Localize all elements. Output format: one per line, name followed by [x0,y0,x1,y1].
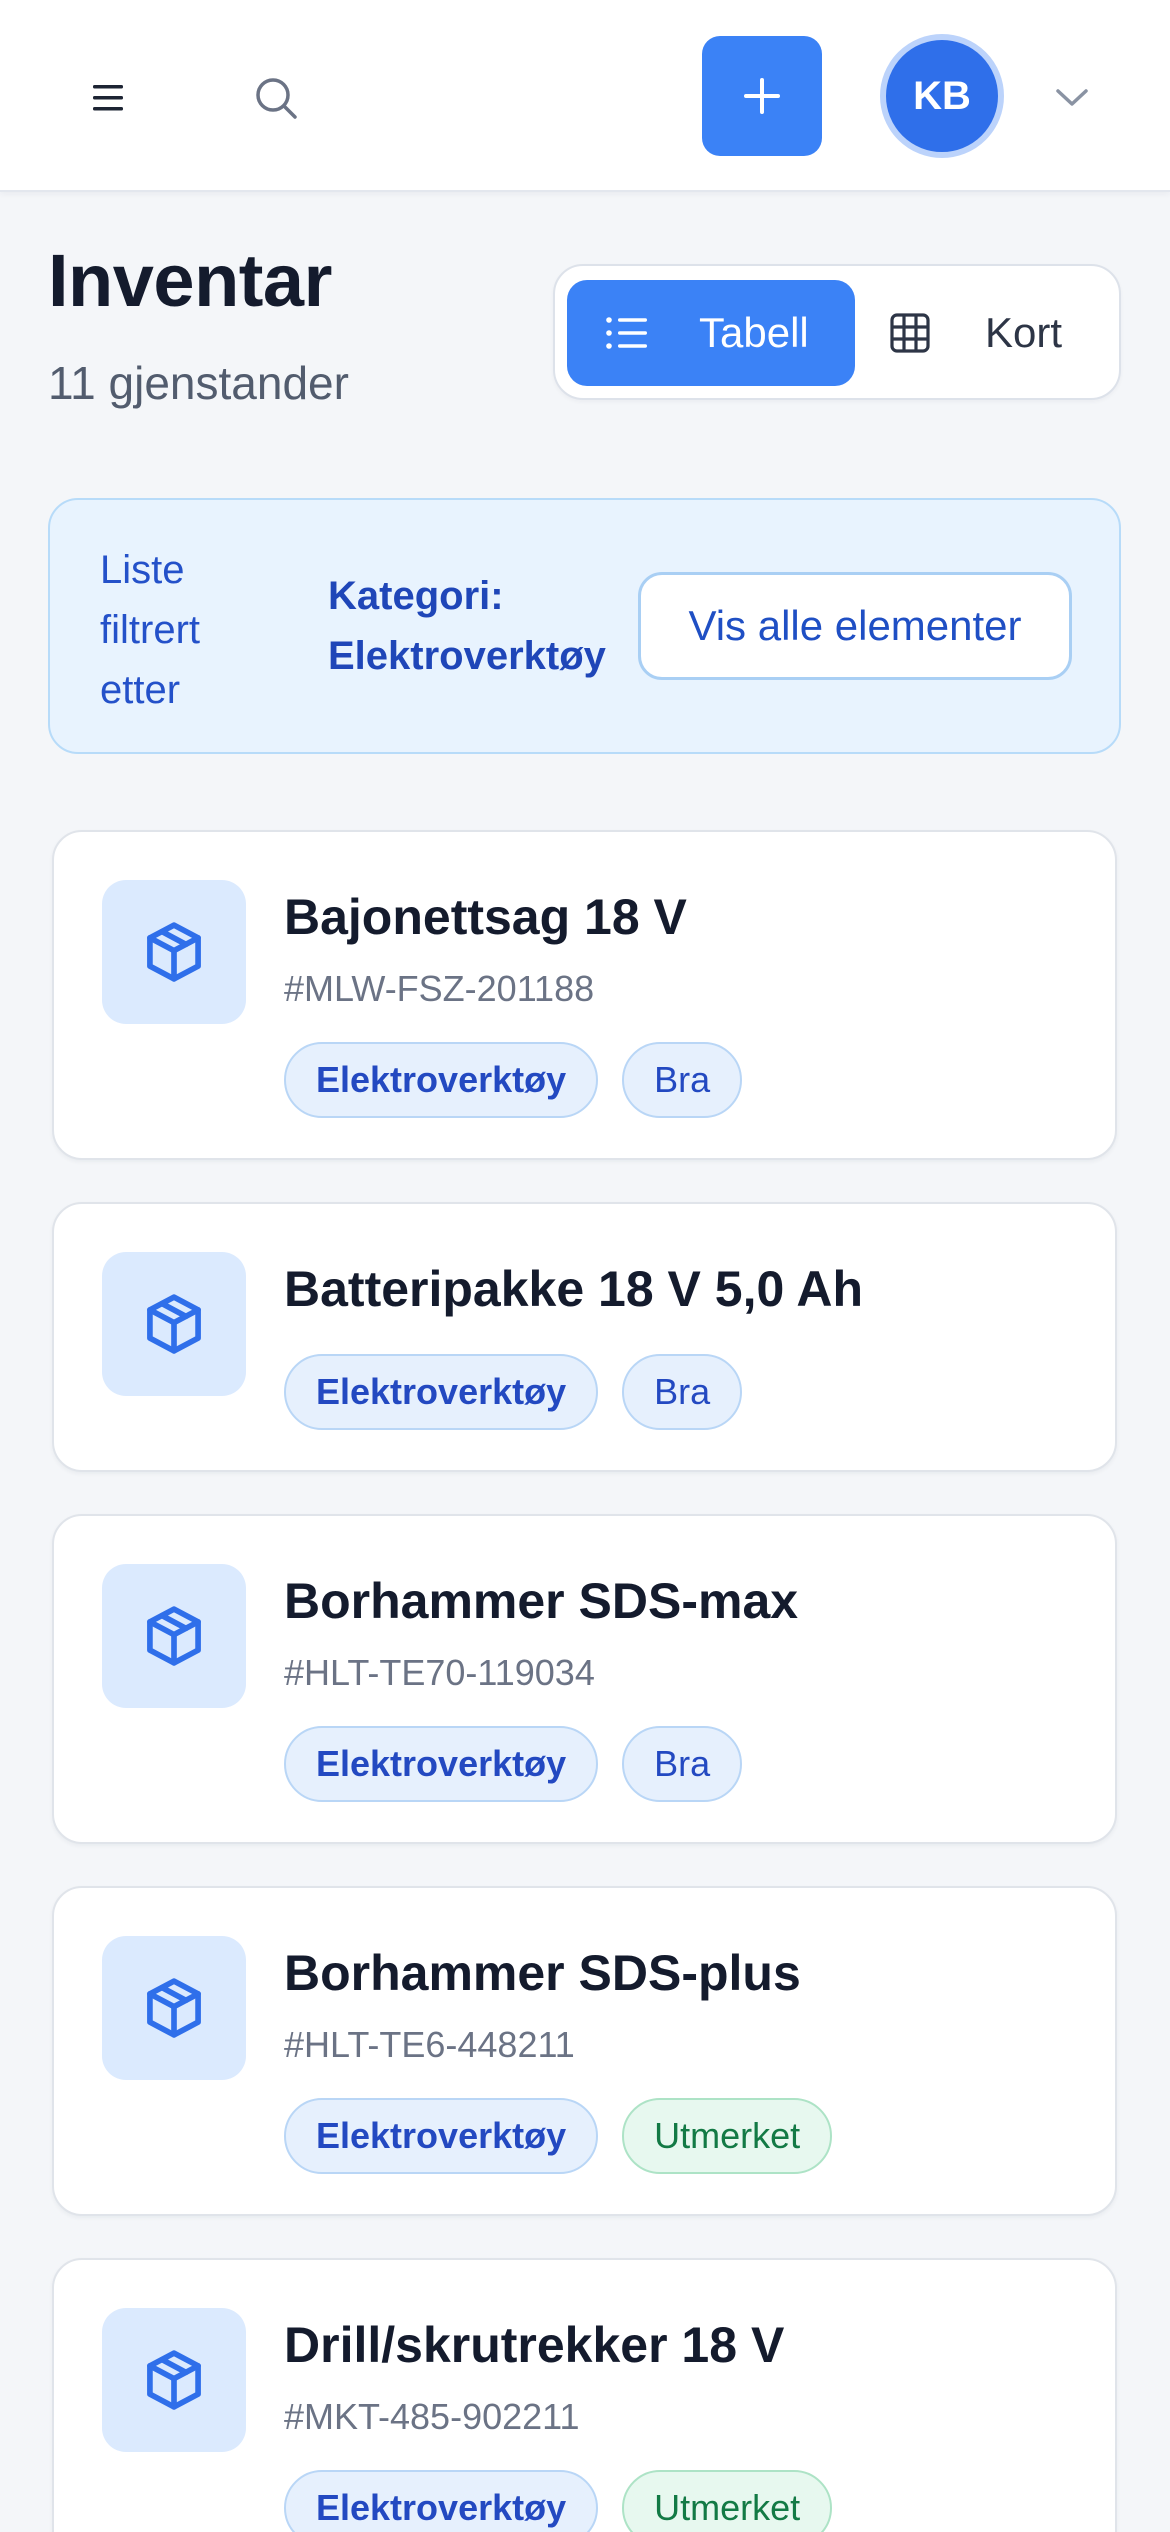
menu-button[interactable] [60,50,156,146]
condition-badge: Bra [622,1042,743,1118]
package-box-icon [147,1606,201,1666]
filter-prefix: Liste filtrert etter [100,548,200,712]
category-badge: Elektroverktøy [284,2098,599,2174]
user-avatar[interactable]: KB [880,34,1004,158]
list-item[interactable]: Bajonettsag 18 V #MLW-FSZ-201188 Elektro… [52,830,1117,1160]
item-thumbnail [102,880,246,1024]
item-tags: Elektroverktøy Utmerket [284,2098,833,2174]
item-sku: #HLT-TE70-119034 [284,1652,595,1693]
item-name: Drill/skrutrekker 18 V [284,2317,785,2373]
package-box-icon [147,1978,201,2038]
package-box-icon [147,1294,201,1354]
top-app-bar: KB [0,0,1170,192]
condition-badge: Bra [622,1726,743,1802]
item-sku: #MLW-FSZ-201188 [284,968,595,1009]
item-thumbnail [102,1936,246,2080]
condition-badge: Utmerket [622,2470,833,2532]
item-sku: #HLT-TE6-448211 [284,2024,575,2065]
filter-banner: Liste filtrert etter Kategori: Elektrove… [48,498,1121,754]
list-item[interactable]: Drill/skrutrekker 18 V #MKT-485-902211 E… [52,2258,1117,2532]
category-badge: Elektroverktøy [284,1726,599,1802]
condition-badge: Utmerket [622,2098,833,2174]
item-tags: Elektroverktøy Bra [284,1042,743,1118]
item-count: 11 gjenstander [48,357,349,409]
category-badge: Elektroverktøy [284,1042,599,1118]
table-view-label: Tabell [699,309,809,356]
item-thumbnail [102,1564,246,1708]
item-tags: Elektroverktøy Bra [284,1726,743,1802]
hamburger-menu-icon [93,85,123,111]
item-name: Bajonettsag 18 V [284,889,687,945]
list-item[interactable]: Borhammer SDS-plus #HLT-TE6-448211 Elekt… [52,1886,1117,2216]
card-view-button[interactable]: Kort [867,280,1111,386]
filter-value: Kategori: Elektroverktøy [328,574,606,678]
item-tags: Elektroverktøy Bra [284,1354,743,1430]
inventory-list: Bajonettsag 18 V #MLW-FSZ-201188 Elektro… [48,826,1121,2532]
category-badge: Elektroverktøy [284,1354,599,1430]
grid-icon [889,312,931,354]
table-view-button[interactable]: Tabell [567,280,855,386]
search-icon [256,78,297,119]
add-item-button[interactable] [702,36,822,156]
account-menu-button[interactable] [1030,56,1114,140]
view-toggle: Tabell Kort [553,264,1121,400]
plus-icon [744,78,780,114]
chevron-down-icon [1056,89,1088,106]
search-button[interactable] [228,50,324,146]
item-name: Borhammer SDS-plus [284,1945,801,2001]
list-item[interactable]: Borhammer SDS-max #HLT-TE70-119034 Elekt… [52,1514,1117,1844]
avatar-initials: KB [913,73,971,118]
item-thumbnail [102,2308,246,2452]
card-view-label: Kort [985,309,1063,356]
show-all-button[interactable]: Vis alle elementer [638,572,1072,680]
package-box-icon [147,2350,201,2410]
item-thumbnail [102,1252,246,1396]
page-title: Inventar [48,239,332,322]
category-badge: Elektroverktøy [284,2470,599,2532]
package-box-icon [147,922,201,982]
list-icon [605,315,649,351]
item-name: Borhammer SDS-max [284,1573,799,1629]
condition-badge: Bra [622,1354,743,1430]
item-sku: #MKT-485-902211 [284,2396,580,2437]
item-name: Batteripakke 18 V 5,0 Ah [284,1261,863,1317]
list-item[interactable]: Batteripakke 18 V 5,0 Ah Elektroverktøy … [52,1202,1117,1472]
item-tags: Elektroverktøy Utmerket [284,2470,833,2532]
